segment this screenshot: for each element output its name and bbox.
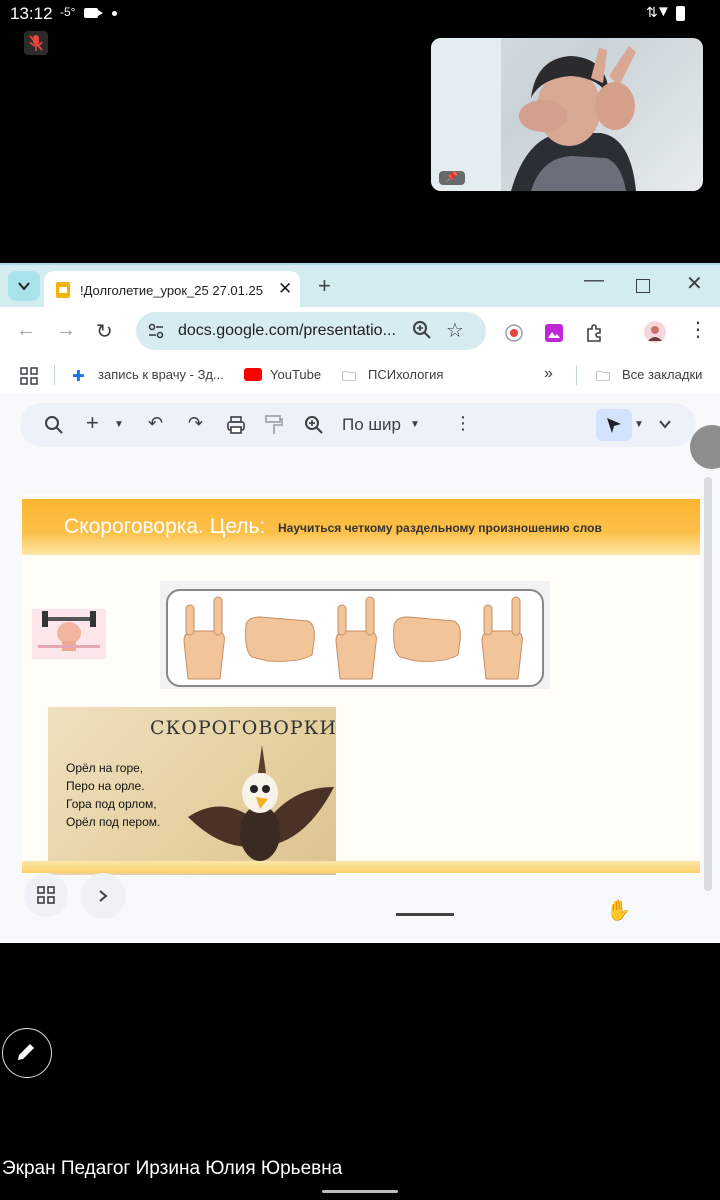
slides-editor: + ▼ ↶ ↷ По шир ▼ ⋮ ▼ Скороговорка. Цель:… <box>0 393 720 943</box>
status-bar: 13:12 -5° ⇅ ▼ <box>0 0 720 28</box>
vertical-scrollbar[interactable] <box>704 477 712 891</box>
grid-view-icon <box>37 886 55 904</box>
pen-icon <box>18 1044 34 1060</box>
paint-format-icon[interactable] <box>264 414 284 436</box>
bookmark-star-icon[interactable]: ☆ <box>446 318 464 343</box>
screen-share-caption: Экран Педагог Ирзина Юлия Юрьевна <box>2 1158 343 1179</box>
bookmark-doctor[interactable]: запись к врачу - Зд... <box>98 367 224 382</box>
close-window-button[interactable]: ✕ <box>686 271 703 296</box>
reload-button[interactable]: ↻ <box>96 319 113 344</box>
medical-cross-icon: ✚ <box>72 368 85 385</box>
participant-video-image <box>431 38 636 191</box>
bookmarks-bar: ✚ запись к врачу - Зд... YouTube 🗀 ПСИхо… <box>0 359 720 393</box>
close-tab-icon[interactable]: ✕ <box>278 279 292 299</box>
tongue-twister-line: Перо на орле. <box>66 779 145 793</box>
dumbbell-brain-image <box>32 609 106 659</box>
tab-search-button[interactable] <box>8 271 40 301</box>
shared-screen-browser: !Долголетие_урок_25 27.01.25 ✕ + — ✕ ← →… <box>0 263 720 943</box>
image-extension-icon[interactable] <box>544 323 564 343</box>
more-bookmarks-button[interactable]: » <box>544 365 553 383</box>
add-dropdown-icon[interactable]: ▼ <box>114 419 124 430</box>
cursor-arrow-icon <box>607 418 621 433</box>
bookmark-psychology-folder[interactable]: ПСИхология <box>368 367 443 382</box>
slide-canvas[interactable]: Скороговорка. Цель: Научиться четкому ра… <box>22 495 700 875</box>
slide-banner: Скороговорка. Цель: Научиться четкому ра… <box>22 499 700 555</box>
browser-toolbar: ← → ↻ docs.google.com/presentatio... ☆ ⋮ <box>0 307 720 359</box>
slide-grid-button[interactable] <box>24 873 68 917</box>
back-button[interactable]: ← <box>16 319 36 342</box>
pin-video-button[interactable]: 📌 <box>439 171 465 185</box>
tongue-twister-heading: СКОРОГОВОРКИ <box>150 717 337 739</box>
slides-favicon-icon <box>56 282 70 298</box>
hand-gestures-image <box>160 581 550 689</box>
zoom-in-icon[interactable] <box>304 415 324 435</box>
notification-dot-icon <box>112 11 117 16</box>
mic-muted-button[interactable] <box>24 31 48 55</box>
tab-title: !Долголетие_урок_25 27.01.25 <box>80 283 263 298</box>
self-video-thumbnail[interactable]: 📌 <box>431 38 703 191</box>
minimize-window-button[interactable]: — <box>584 269 604 292</box>
video-recording-icon <box>84 8 103 18</box>
record-extension-icon[interactable] <box>504 323 524 343</box>
zoom-icon[interactable] <box>412 320 432 340</box>
slide-title: Скороговорка. Цель: <box>64 515 266 538</box>
browser-menu-icon[interactable]: ⋮ <box>688 317 708 342</box>
youtube-icon <box>244 368 262 381</box>
add-button[interactable]: + <box>86 410 99 436</box>
wifi-icon: ▼ <box>656 3 671 20</box>
tongue-twister-line: Орёл под пером. <box>66 815 161 829</box>
mic-off-icon <box>29 35 43 51</box>
select-tool-button[interactable] <box>596 409 632 441</box>
more-options-icon[interactable]: ⋮ <box>454 413 472 434</box>
folder-icon: 🗀 <box>342 368 356 384</box>
drag-handle[interactable] <box>396 913 454 916</box>
select-tool-dropdown-icon[interactable]: ▼ <box>634 419 644 430</box>
next-slide-button[interactable] <box>80 873 126 919</box>
tongue-twister-card: СКОРОГОВОРКИ Орёл на горе, Перо на орле.… <box>48 707 336 875</box>
gesture-navigation-bar[interactable] <box>322 1190 398 1193</box>
extensions-puzzle-icon[interactable] <box>584 323 604 343</box>
print-icon[interactable] <box>226 415 246 435</box>
tab-presentation[interactable]: !Долголетие_урок_25 27.01.25 ✕ <box>44 271 300 309</box>
tongue-twister-line: Гора под орлом, <box>66 797 157 811</box>
tab-bar: !Долголетие_урок_25 27.01.25 ✕ + — ✕ <box>0 263 720 309</box>
collapse-toolbar-icon[interactable] <box>658 417 672 431</box>
all-bookmarks-folder-icon: 🗀 <box>596 368 610 384</box>
address-bar[interactable]: docs.google.com/presentatio... ☆ <box>136 312 486 350</box>
search-icon[interactable] <box>44 415 64 435</box>
zoom-select[interactable]: По шир <box>342 415 401 435</box>
tongue-twister-line: Орёл на горе, <box>66 761 144 775</box>
slides-toolbar: + ▼ ↶ ↷ По шир ▼ ⋮ ▼ <box>20 403 696 447</box>
chevron-right-icon <box>99 890 108 902</box>
profile-avatar[interactable] <box>644 321 666 343</box>
annotate-pen-button[interactable] <box>2 1028 52 1078</box>
site-info-icon[interactable] <box>146 321 166 341</box>
annotate-edit-button[interactable] <box>690 425 720 469</box>
url-text: docs.google.com/presentatio... <box>178 322 396 339</box>
apps-grid-icon[interactable] <box>20 367 38 388</box>
all-bookmarks-button[interactable]: Все закладки <box>622 367 702 382</box>
eagle-illustration <box>188 745 334 861</box>
bookmark-youtube[interactable]: YouTube <box>270 367 321 382</box>
chevron-down-icon <box>18 282 30 291</box>
undo-button[interactable]: ↶ <box>148 413 163 434</box>
status-time: 13:12 <box>10 4 53 23</box>
forward-button[interactable]: → <box>56 319 76 342</box>
hand-cursor-icon: ✋ <box>606 900 631 922</box>
new-tab-button[interactable]: + <box>318 273 331 299</box>
maximize-window-button[interactable] <box>636 279 650 293</box>
status-temperature: -5° <box>60 5 76 19</box>
redo-button[interactable]: ↷ <box>188 413 203 434</box>
battery-icon <box>676 6 685 21</box>
slide-goal: Научиться четкому раздельному произношен… <box>278 521 602 535</box>
zoom-dropdown-icon[interactable]: ▼ <box>410 419 420 430</box>
slide-bottom-stripe <box>22 861 700 873</box>
